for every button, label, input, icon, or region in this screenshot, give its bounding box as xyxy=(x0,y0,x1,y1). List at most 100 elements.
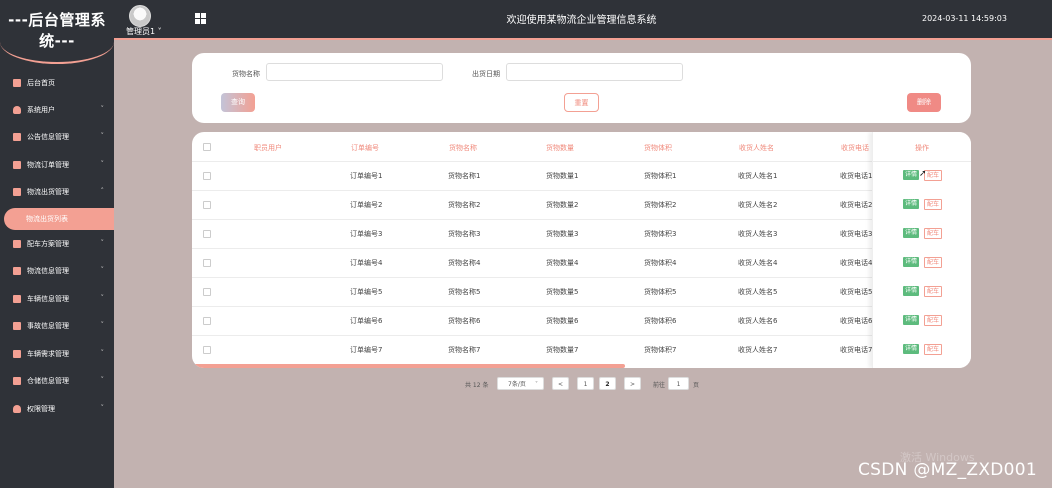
sidebar-item-home[interactable]: 后台首页 xyxy=(0,73,114,93)
doc-icon xyxy=(13,188,21,196)
row-checkbox[interactable] xyxy=(203,317,211,325)
row-checkbox[interactable] xyxy=(203,230,211,238)
goods-volume-cell: 货物体积7 xyxy=(644,346,677,354)
horizontal-scrollbar[interactable] xyxy=(192,364,625,368)
goods-name-input[interactable] xyxy=(266,63,443,81)
sidebar-item-vehicles[interactable]: 车辆信息管理 ˅ xyxy=(0,289,114,309)
select-all-checkbox[interactable] xyxy=(203,143,211,151)
doc-icon xyxy=(13,322,21,330)
logo: ---后台管理系统--- xyxy=(0,0,114,64)
ship-date-input[interactable] xyxy=(506,63,683,81)
order-no-cell: 订单编号7 xyxy=(350,346,383,354)
goods-qty-cell: 货物数量4 xyxy=(546,259,579,267)
doc-icon xyxy=(13,295,21,303)
avatar[interactable] xyxy=(129,5,151,27)
sidebar-item-accidents[interactable]: 事故信息管理 ˅ xyxy=(0,316,114,336)
goods-name-cell: 货物名称5 xyxy=(448,288,481,296)
sidebar-item-warehouse[interactable]: 仓储信息管理 ˅ xyxy=(0,371,114,391)
goto-page-input[interactable]: 1 xyxy=(668,377,689,390)
goods-qty-cell: 货物数量6 xyxy=(546,317,579,325)
prev-page-button[interactable]: < xyxy=(552,377,569,390)
assign-vehicle-button[interactable]: 配车 xyxy=(924,286,942,297)
goods-qty-cell: 货物数量3 xyxy=(546,230,579,238)
page-button[interactable]: 1 xyxy=(577,377,594,390)
reset-button[interactable]: 重置 xyxy=(564,93,599,112)
detail-button[interactable]: 详情 xyxy=(903,286,919,296)
receiver-name-cell: 收货人姓名2 xyxy=(738,201,778,209)
doc-icon xyxy=(13,377,21,385)
assign-vehicle-button[interactable]: 配车 xyxy=(924,170,942,181)
detail-button[interactable]: 详情 xyxy=(903,199,919,209)
sidebar-item-orders[interactable]: 物流订单管理 ˅ xyxy=(0,155,114,175)
row-checkbox[interactable] xyxy=(203,201,211,209)
csdn-watermark: CSDN @MZ_ZXD001 xyxy=(858,460,1038,480)
detail-button[interactable]: 详情 xyxy=(903,257,919,267)
receiver-phone-cell: 收货电话4 xyxy=(840,259,873,267)
sidebar-item-notice[interactable]: 公告信息管理 ˅ xyxy=(0,127,114,147)
column-header[interactable]: 收货人姓名 xyxy=(739,143,774,153)
assign-vehicle-button[interactable]: 配车 xyxy=(924,257,942,268)
sidebar-item-label: 物流订单管理 xyxy=(27,161,69,169)
sidebar-subitem-shipping-list[interactable]: 物流出货列表 xyxy=(4,208,114,230)
receiver-phone-cell: 收货电话5 xyxy=(840,288,873,296)
detail-button[interactable]: 详情 xyxy=(903,228,919,238)
row-checkbox[interactable] xyxy=(203,288,211,296)
sidebar-item-label: 配车方案管理 xyxy=(27,240,69,248)
doc-icon xyxy=(13,133,21,141)
next-page-button[interactable]: > xyxy=(624,377,641,390)
datetime: 2024-03-11 14:59:03 xyxy=(922,14,1007,23)
user-icon xyxy=(13,405,21,413)
detail-button[interactable]: 详情 xyxy=(903,315,919,325)
column-header[interactable]: 订单编号 xyxy=(351,143,379,153)
row-divider xyxy=(192,248,971,249)
row-checkbox[interactable] xyxy=(203,259,211,267)
detail-button[interactable]: 详情 xyxy=(903,344,919,354)
row-divider xyxy=(192,219,971,220)
assign-vehicle-button[interactable]: 配车 xyxy=(924,199,942,210)
assign-vehicle-button[interactable]: 配车 xyxy=(924,344,942,355)
goods-name-cell: 货物名称1 xyxy=(448,172,481,180)
column-header[interactable]: 货物名称 xyxy=(449,143,477,153)
row-divider xyxy=(873,161,971,162)
receiver-name-cell: 收货人姓名3 xyxy=(738,230,778,238)
row-divider xyxy=(192,306,971,307)
column-header[interactable]: 收货电话 xyxy=(841,143,869,153)
detail-button[interactable]: 详情 xyxy=(903,170,919,180)
column-header[interactable]: 货物数量 xyxy=(546,143,574,153)
admin-menu[interactable]: 管理员1 ˅ xyxy=(126,26,162,37)
assign-vehicle-button[interactable]: 配车 xyxy=(924,315,942,326)
page-button-current[interactable]: 2 xyxy=(599,377,616,390)
column-header[interactable]: 货物体积 xyxy=(644,143,672,153)
row-checkbox[interactable] xyxy=(203,172,211,180)
sidebar-item-vehicle-demand[interactable]: 车辆需求管理 ˅ xyxy=(0,344,114,364)
grid-menu-icon[interactable] xyxy=(195,13,206,24)
receiver-name-cell: 收货人姓名5 xyxy=(738,288,778,296)
goods-name-cell: 货物名称6 xyxy=(448,317,481,325)
goods-volume-cell: 货物体积4 xyxy=(644,259,677,267)
operations-column: 操作 详情 配车 详情 配车 详情 配车 详情 配车 详情 配车 详情 配车 详… xyxy=(872,132,971,368)
sidebar-item-shipping[interactable]: 物流出货管理 ˄ xyxy=(0,182,114,202)
sidebar-item-system-users[interactable]: 系统用户 ˅ xyxy=(0,100,114,120)
page-size-value: 7条/页 xyxy=(508,381,526,388)
order-no-cell: 订单编号5 xyxy=(350,288,383,296)
sidebar-item-label: 仓储信息管理 xyxy=(27,377,69,385)
chevron-down-icon: ˅ xyxy=(535,381,538,388)
receiver-phone-cell: 收货电话6 xyxy=(840,317,873,325)
chevron-down-icon: ˅ xyxy=(100,160,105,168)
monitor-icon xyxy=(13,79,21,87)
query-button[interactable]: 查询 xyxy=(221,93,255,112)
sidebar-item-vehicle-plan[interactable]: 配车方案管理 ˅ xyxy=(0,234,114,254)
sidebar-item-permissions[interactable]: 权限管理 ˅ xyxy=(0,399,114,419)
goods-volume-cell: 货物体积3 xyxy=(644,230,677,238)
data-table: 职员用户 订单编号 货物名称 货物数量 货物体积 收货人姓名 收货电话 订单编号… xyxy=(192,132,971,368)
chevron-down-icon: ˅ xyxy=(100,349,105,357)
sidebar-item-logistics-info[interactable]: 物流信息管理 ˅ xyxy=(0,261,114,281)
receiver-phone-cell: 收货电话2 xyxy=(840,201,873,209)
column-header[interactable]: 职员用户 xyxy=(254,143,282,153)
search-panel: 货物名称 出货日期 查询 重置 删除 xyxy=(192,53,971,123)
page-size-select[interactable]: 7条/页 ˅ xyxy=(497,377,544,390)
chevron-down-icon: ˅ xyxy=(100,404,105,412)
assign-vehicle-button[interactable]: 配车 xyxy=(924,228,942,239)
row-checkbox[interactable] xyxy=(203,346,211,354)
delete-button[interactable]: 删除 xyxy=(907,93,941,112)
